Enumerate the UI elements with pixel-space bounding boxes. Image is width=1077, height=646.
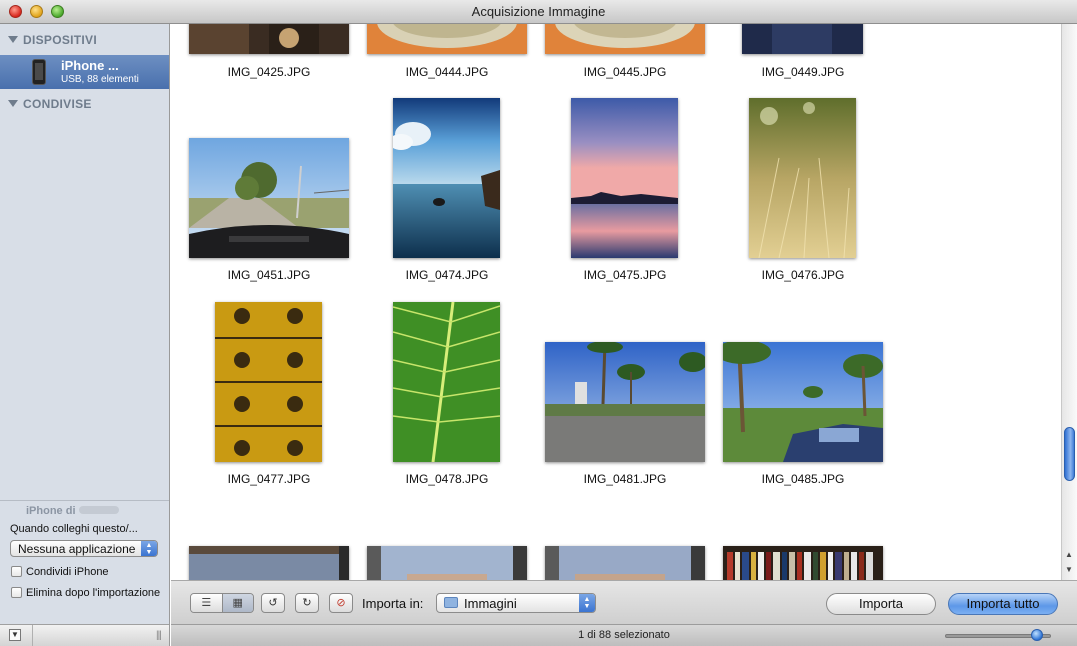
view-mode-segmented-control[interactable]: ☰ ▦ xyxy=(190,593,254,613)
checkbox-box[interactable] xyxy=(11,587,22,598)
iphone-icon xyxy=(32,59,46,85)
image-label: IMG_0475.JPG xyxy=(583,268,667,282)
share-iphone-checkbox[interactable]: Condividi iPhone xyxy=(11,566,109,578)
folder-icon xyxy=(444,597,458,608)
window-title: Acquisizione Immagine xyxy=(471,4,606,19)
image-label: IMG_0481.JPG xyxy=(583,472,667,486)
image-label: IMG_0444.JPG xyxy=(405,65,489,79)
image-label: IMG_0445.JPG xyxy=(583,65,667,79)
delete-after-import-checkbox[interactable]: Elimina dopo l'importazione xyxy=(11,587,171,599)
list-view-icon[interactable]: ☰ xyxy=(191,594,222,612)
image-label: IMG_0425.JPG xyxy=(227,65,311,79)
image-label: IMG_0451.JPG xyxy=(227,268,311,282)
sidebar-bottom-bar: ▼ ||| xyxy=(0,624,169,646)
scroll-down-arrow-icon[interactable]: ▼ xyxy=(1065,565,1073,574)
device-subtitle: USB, 88 elementi xyxy=(61,74,139,85)
image-label: IMG_0485.JPG xyxy=(761,472,845,486)
rotate-right-icon: ↻ xyxy=(302,597,312,609)
bottom-toolbar: ☰ ▦ ↺ ↻ ⊘ Importa in: Immagini ▲ ▼ Import… xyxy=(171,580,1077,624)
application-popup[interactable]: Nessuna applicazione ▲ ▼ xyxy=(10,540,158,557)
rotate-left-button[interactable]: ↺ xyxy=(261,593,285,613)
selection-status: 1 di 88 selezionato xyxy=(578,629,670,641)
image-thumbnail[interactable] xyxy=(215,302,322,462)
image-thumbnail[interactable] xyxy=(545,546,705,580)
image-thumbnail[interactable] xyxy=(189,138,349,258)
image-thumbnail[interactable] xyxy=(545,342,705,462)
rotate-left-icon: ↺ xyxy=(268,597,278,609)
devices-section-header[interactable]: DISPOSITIVI xyxy=(8,33,97,47)
device-options-panel: iPhone di Quando colleghi questo/... Nes… xyxy=(0,500,169,624)
image-label: IMG_0474.JPG xyxy=(405,268,489,282)
disclosure-triangle-icon xyxy=(8,100,18,107)
image-thumbnail[interactable] xyxy=(545,24,705,54)
image-thumbnail[interactable] xyxy=(189,24,349,54)
status-bar: 1 di 88 selezionato xyxy=(171,624,1077,646)
sidebar-item-iphone[interactable]: iPhone ... USB, 88 elementi xyxy=(0,55,169,89)
import-in-label: Importa in: xyxy=(362,596,424,611)
application-popup-value: Nessuna applicazione xyxy=(18,542,136,556)
destination-value: Immagini xyxy=(464,596,517,611)
sidebar: DISPOSITIVI iPhone ... USB, 88 elementi … xyxy=(0,24,170,646)
image-thumbnail[interactable] xyxy=(571,98,678,258)
image-browser[interactable]: IMG_0425.JPG IMG_0444.JPG IMG_0445.JPG I… xyxy=(171,24,1061,580)
delete-after-import-label: Elimina dopo l'importazione xyxy=(26,587,161,599)
popup-arrows-icon: ▲ ▼ xyxy=(141,541,157,556)
scrollbar-thumb[interactable] xyxy=(1064,427,1075,481)
image-thumbnail[interactable] xyxy=(189,546,349,580)
devices-header-label: DISPOSITIVI xyxy=(23,33,97,47)
device-owner-label: iPhone di xyxy=(26,505,119,517)
delete-icon: ⊘ xyxy=(336,597,346,609)
image-thumbnail[interactable] xyxy=(367,546,527,580)
title-bar: Acquisizione Immagine xyxy=(0,0,1077,24)
destination-popup[interactable]: Immagini ▲ ▼ xyxy=(436,593,596,613)
image-thumbnail[interactable] xyxy=(393,302,500,462)
vertical-scrollbar[interactable]: ▲ ▼ xyxy=(1061,24,1077,580)
import-button[interactable]: Importa xyxy=(826,593,936,615)
image-label: IMG_0449.JPG xyxy=(761,65,845,79)
delete-button[interactable]: ⊘ xyxy=(329,593,353,613)
image-label: IMG_0477.JPG xyxy=(227,472,311,486)
shared-section-header[interactable]: CONDIVISE xyxy=(8,97,92,111)
image-thumbnail[interactable] xyxy=(393,98,500,258)
action-menu-button[interactable]: ▼ xyxy=(9,629,21,641)
checkbox-box[interactable] xyxy=(11,566,22,577)
import-all-button[interactable]: Importa tutto xyxy=(948,593,1058,615)
resize-grip-icon[interactable]: ||| xyxy=(156,630,162,641)
disclosure-triangle-icon xyxy=(8,36,18,43)
image-thumbnail[interactable] xyxy=(742,24,863,54)
shared-header-label: CONDIVISE xyxy=(23,97,92,111)
divider xyxy=(32,625,33,646)
device-name: iPhone ... xyxy=(61,58,119,73)
scroll-up-arrow-icon[interactable]: ▲ xyxy=(1065,550,1073,559)
image-thumbnail[interactable] xyxy=(723,342,883,462)
image-thumbnail[interactable] xyxy=(723,546,883,580)
image-label: IMG_0478.JPG xyxy=(405,472,489,486)
image-label: IMG_0476.JPG xyxy=(761,268,845,282)
rotate-right-button[interactable]: ↻ xyxy=(295,593,319,613)
popup-arrows-icon: ▲ ▼ xyxy=(579,594,595,612)
image-thumbnail[interactable] xyxy=(367,24,527,54)
share-iphone-label: Condividi iPhone xyxy=(26,566,109,578)
when-connect-label: Quando colleghi questo/... xyxy=(10,523,138,535)
image-thumbnail[interactable] xyxy=(749,98,856,258)
icon-view-icon[interactable]: ▦ xyxy=(221,594,253,612)
